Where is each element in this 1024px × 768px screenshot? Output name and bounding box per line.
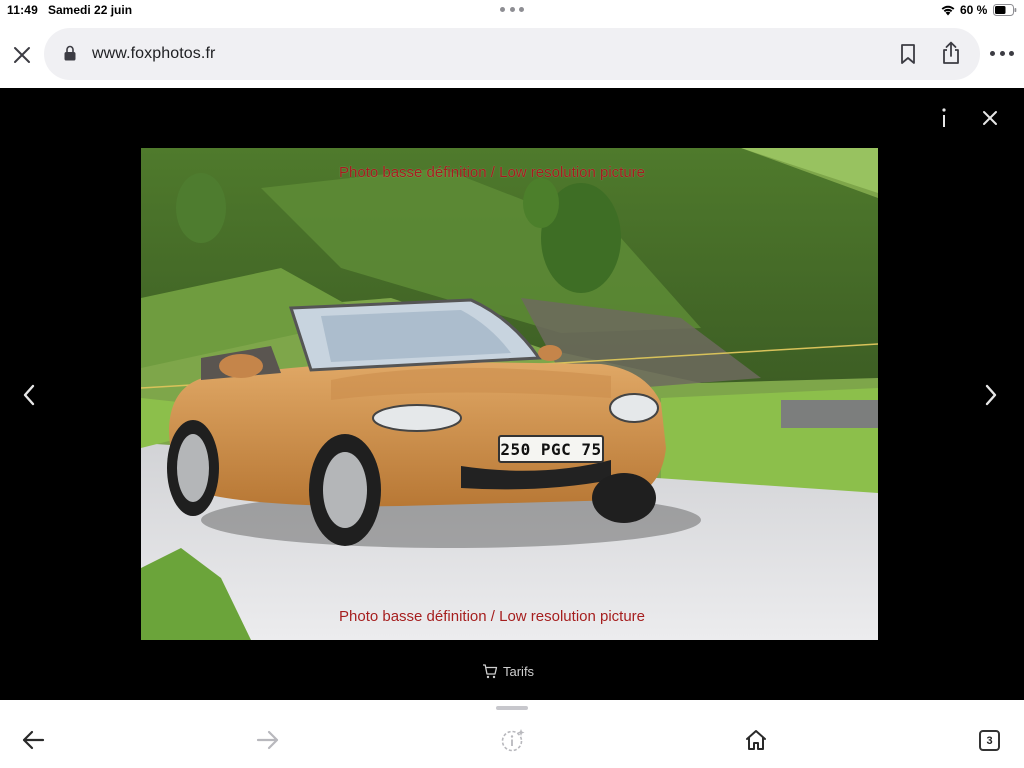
home-indicator[interactable] bbox=[496, 706, 528, 710]
status-bar: 11:49 Samedi 22 juin 60 % bbox=[0, 0, 1024, 20]
photo-scene bbox=[141, 148, 878, 640]
share-icon[interactable] bbox=[940, 41, 962, 65]
bottom-navigation-bar: 3 bbox=[0, 700, 1024, 768]
tab-count: 3 bbox=[986, 734, 993, 747]
info-icon[interactable] bbox=[934, 106, 954, 130]
lock-icon bbox=[64, 45, 76, 61]
tarifs-label: Tarifs bbox=[503, 663, 535, 679]
wifi-icon bbox=[941, 5, 955, 16]
watermark-top: Photo basse définition / Low resolution … bbox=[339, 164, 646, 181]
multitasking-dots-icon[interactable] bbox=[500, 2, 524, 16]
status-time: 11:49 bbox=[7, 3, 39, 17]
tabs-icon[interactable]: 3 bbox=[979, 730, 1000, 751]
home-icon[interactable] bbox=[744, 728, 768, 752]
battery-percentage: 60 % bbox=[960, 3, 988, 17]
url-text[interactable]: www.foxphotos.fr bbox=[92, 45, 215, 63]
back-arrow-icon[interactable] bbox=[21, 729, 45, 751]
cart-icon bbox=[483, 664, 498, 679]
more-icon[interactable] bbox=[990, 42, 1014, 64]
watermark-bottom: Photo basse définition / Low resolution … bbox=[339, 608, 646, 625]
close-icon[interactable] bbox=[11, 44, 33, 66]
browser-toolbar: www.foxphotos.fr bbox=[0, 20, 1024, 88]
forward-arrow-icon[interactable] bbox=[256, 729, 280, 751]
chevron-left-icon[interactable] bbox=[18, 380, 40, 410]
car-photo[interactable]: Photo basse définition / Low resolution … bbox=[141, 148, 878, 640]
chevron-right-icon[interactable] bbox=[980, 380, 1002, 410]
bookmark-icon[interactable] bbox=[898, 43, 918, 65]
viewer-close-icon[interactable] bbox=[980, 108, 1000, 128]
tarifs-button[interactable]: Tarifs bbox=[482, 661, 534, 681]
status-date: Samedi 22 juin bbox=[48, 3, 133, 17]
photo-viewer: Photo basse définition / Low resolution … bbox=[0, 88, 1024, 700]
insight-icon[interactable] bbox=[500, 727, 526, 753]
license-plate: 250 PGC 75 bbox=[498, 435, 604, 463]
address-bar[interactable]: www.foxphotos.fr bbox=[44, 28, 980, 80]
battery-icon bbox=[993, 4, 1017, 16]
